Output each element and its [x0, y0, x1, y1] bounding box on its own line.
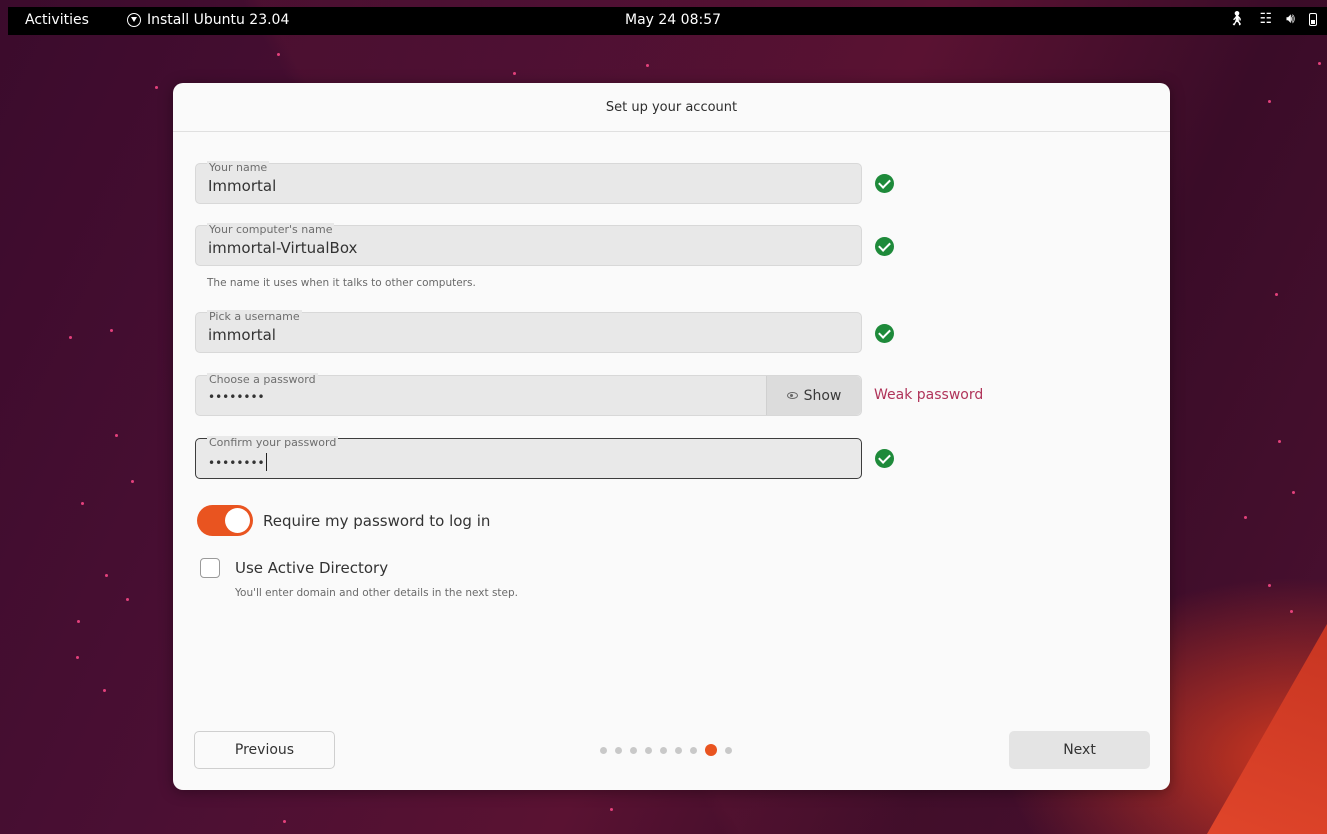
wallpaper-star: [81, 502, 84, 505]
username-field[interactable]: Pick a username immortal: [195, 310, 862, 353]
computer-name-label: Your computer's name: [207, 223, 335, 236]
previous-button[interactable]: Previous: [194, 731, 335, 769]
active-directory-hint: You'll enter domain and other details in…: [235, 587, 519, 599]
check-icon: [875, 174, 894, 193]
app-menu-label: Install Ubuntu 23.04: [147, 12, 290, 28]
wallpaper-star: [513, 72, 516, 75]
wallpaper-star: [110, 329, 113, 332]
installer-dialog: Set up your account Your name Immortal Y…: [173, 83, 1170, 790]
check-icon: [875, 324, 894, 343]
confirm-password-label: Confirm your password: [207, 436, 339, 449]
progress-dot: [615, 746, 622, 754]
wallpaper-star: [69, 336, 72, 339]
check-icon: [875, 237, 894, 256]
system-tray[interactable]: 🚶︎ ☷ 🔊︎: [1228, 11, 1317, 27]
wallpaper-star: [131, 480, 134, 483]
wallpaper-star: [105, 574, 108, 577]
confirm-password-value: ••••••••: [208, 453, 267, 471]
active-directory-checkbox[interactable]: [200, 558, 220, 578]
progress-dot: [675, 746, 682, 754]
top-bar: Activities Install Ubuntu 23.04 May 24 0…: [8, 7, 1327, 35]
username-value: immortal: [208, 326, 276, 344]
accessibility-icon[interactable]: 🚶︎: [1228, 11, 1246, 27]
password-value: ••••••••: [208, 390, 265, 404]
app-menu[interactable]: Install Ubuntu 23.04: [127, 12, 289, 28]
confirm-password-field[interactable]: Confirm your password ••••••••: [195, 436, 862, 479]
wallpaper-star: [1292, 491, 1295, 494]
wallpaper-star: [1290, 610, 1293, 613]
wallpaper-star: [277, 53, 280, 56]
next-button[interactable]: Next: [1009, 731, 1150, 769]
wallpaper-star: [76, 656, 79, 659]
show-password-button[interactable]: Show: [766, 376, 861, 415]
show-password-label: Show: [803, 387, 842, 404]
require-password-toggle[interactable]: [197, 505, 253, 536]
wallpaper-star: [115, 434, 118, 437]
check-icon: [875, 449, 894, 468]
username-label: Pick a username: [207, 310, 302, 323]
progress-dot: [690, 746, 697, 754]
wallpaper-star: [1278, 440, 1281, 443]
progress-dots: [600, 744, 732, 756]
your-name-value: Immortal: [208, 177, 277, 195]
eye-icon: [786, 392, 798, 399]
wallpaper-star: [126, 598, 129, 601]
computer-name-hint: The name it uses when it talks to other …: [207, 277, 476, 289]
wallpaper-star: [155, 86, 158, 89]
progress-dot: [725, 746, 732, 754]
wallpaper-accent: [1207, 624, 1327, 834]
password-strength: Weak password: [874, 387, 984, 403]
password-field[interactable]: Choose a password •••••••• Show: [195, 373, 862, 416]
confirm-password-text: ••••••••: [208, 456, 265, 470]
progress-dot: [645, 746, 652, 754]
wallpaper-star: [1268, 584, 1271, 587]
download-icon: [127, 13, 141, 27]
wallpaper-star: [1268, 100, 1271, 103]
clock[interactable]: May 24 08:57: [625, 12, 721, 28]
wallpaper-star: [610, 808, 613, 811]
your-name-label: Your name: [207, 161, 270, 174]
require-password-label: Require my password to log in: [263, 512, 491, 530]
battery-icon[interactable]: [1309, 13, 1317, 26]
wallpaper-star: [1244, 516, 1247, 519]
wallpaper-star: [646, 64, 649, 67]
progress-dot: [600, 746, 607, 754]
text-caret: [265, 453, 267, 471]
wallpaper-star: [1275, 293, 1278, 296]
volume-icon[interactable]: 🔊︎: [1286, 11, 1295, 27]
network-icon[interactable]: ☷: [1260, 11, 1273, 27]
activities-button[interactable]: Activities: [25, 12, 89, 28]
your-name-field[interactable]: Your name Immortal: [195, 161, 862, 204]
computer-name-value: immortal-VirtualBox: [208, 239, 358, 257]
password-label: Choose a password: [207, 373, 318, 386]
dialog-title: Set up your account: [173, 83, 1170, 132]
progress-dot: [630, 746, 637, 754]
progress-dot-current: [705, 744, 717, 756]
wallpaper-star: [103, 689, 106, 692]
wallpaper-star: [283, 820, 286, 823]
computer-name-field[interactable]: Your computer's name immortal-VirtualBox: [195, 223, 862, 266]
progress-dot: [660, 746, 667, 754]
wallpaper-star: [77, 620, 80, 623]
wallpaper-star: [1318, 62, 1321, 65]
active-directory-label: Use Active Directory: [235, 559, 389, 577]
